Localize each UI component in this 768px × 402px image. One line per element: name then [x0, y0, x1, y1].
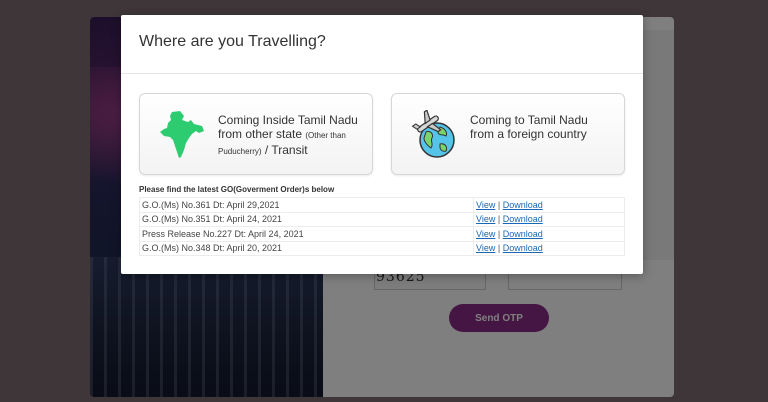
go-name: G.O.(Ms) No.351 Dt: April 24, 2021 [139, 211, 474, 227]
option-inside-line2: from other state [218, 127, 303, 141]
link-separator: | [497, 214, 501, 225]
view-link[interactable]: View [476, 243, 495, 253]
download-link[interactable]: Download [503, 243, 543, 253]
link-separator: | [497, 228, 501, 239]
go-table: G.O.(Ms) No.361 Dt: April 29,2021 View |… [139, 197, 625, 256]
option-foreign-label: Coming to Tamil Nadu from a foreign coun… [470, 113, 620, 141]
view-link[interactable]: View [476, 229, 495, 239]
india-map-icon [160, 111, 204, 158]
table-row: Press Release No.227 Dt: April 24, 2021 … [139, 226, 625, 242]
option-inside-line3: / Transit [264, 143, 308, 157]
go-actions: View | Download [473, 240, 625, 256]
download-link[interactable]: Download [503, 229, 543, 239]
download-link[interactable]: Download [503, 200, 543, 210]
download-link[interactable]: Download [503, 214, 543, 224]
go-actions: View | Download [473, 226, 625, 242]
go-name: Press Release No.227 Dt: April 24, 2021 [139, 226, 474, 242]
option-foreign-line1: Coming to Tamil Nadu [470, 113, 588, 127]
link-separator: | [497, 199, 501, 210]
go-name: G.O.(Ms) No.348 Dt: April 20, 2021 [139, 240, 474, 256]
option-inside-line1: Coming Inside Tamil Nadu [218, 113, 358, 127]
go-actions: View | Download [473, 197, 625, 213]
go-actions: View | Download [473, 211, 625, 227]
table-row: G.O.(Ms) No.348 Dt: April 20, 2021 View … [139, 240, 625, 256]
option-foreign-country[interactable]: Coming to Tamil Nadu from a foreign coun… [391, 93, 625, 175]
table-row: G.O.(Ms) No.351 Dt: April 24, 2021 View … [139, 211, 625, 227]
travel-modal: Where are you Travelling? Coming Inside … [121, 15, 643, 274]
view-link[interactable]: View [476, 214, 495, 224]
view-link[interactable]: View [476, 200, 495, 210]
table-row: G.O.(Ms) No.361 Dt: April 29,2021 View |… [139, 197, 625, 213]
globe-airplane-icon [411, 110, 455, 158]
link-separator: | [497, 243, 501, 254]
go-name: G.O.(Ms) No.361 Dt: April 29,2021 [139, 197, 474, 213]
go-heading: Please find the latest GO(Goverment Orde… [139, 185, 335, 194]
option-foreign-line2: from a foreign country [470, 127, 587, 141]
option-inside-tamil-nadu[interactable]: Coming Inside Tamil Nadu from other stat… [139, 93, 373, 175]
option-inside-label: Coming Inside Tamil Nadu from other stat… [218, 113, 368, 159]
modal-title: Where are you Travelling? [139, 33, 326, 50]
travel-options: Coming Inside Tamil Nadu from other stat… [139, 93, 625, 175]
modal-header: Where are you Travelling? [121, 15, 643, 74]
